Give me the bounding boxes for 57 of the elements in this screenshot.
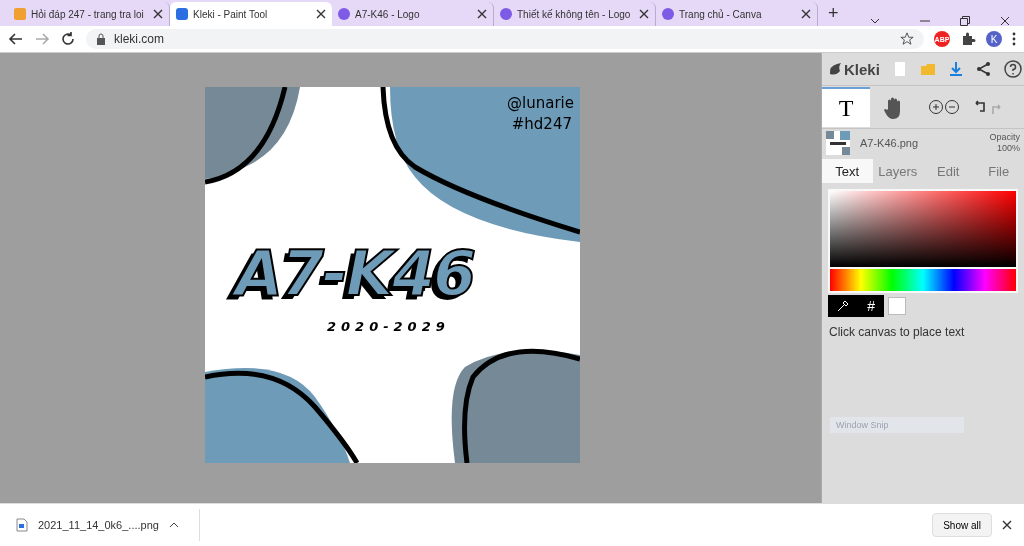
menu-icon[interactable] <box>1012 32 1016 46</box>
chevron-up-icon[interactable] <box>168 520 179 530</box>
app-logo: Kleki <box>828 60 880 78</box>
layer-thumbnail <box>826 131 850 155</box>
url-text: kleki.com <box>114 32 165 46</box>
show-all-button[interactable]: Show all <box>932 513 992 537</box>
close-icon[interactable] <box>801 9 811 19</box>
color-tools[interactable]: # <box>828 295 884 317</box>
tab-title: Kleki - Paint Tool <box>193 8 269 20</box>
share-icon[interactable] <box>975 61 992 77</box>
site-icon <box>662 8 674 20</box>
file-icon <box>16 518 28 532</box>
hint-text: Click canvas to place text <box>829 325 966 339</box>
zoom-in-icon[interactable] <box>928 99 944 115</box>
close-icon[interactable] <box>1002 520 1012 530</box>
site-icon <box>14 8 26 20</box>
close-icon[interactable] <box>639 9 649 19</box>
credit-text: @lunarie <box>507 93 574 114</box>
tab-title: Hỏi đáp 247 - trang tra loi <box>31 8 145 20</box>
tab-title: A7-K46 - Logo <box>355 8 421 20</box>
zoom-out-icon[interactable] <box>944 99 960 115</box>
undo-icon[interactable] <box>972 99 988 115</box>
star-icon[interactable] <box>900 32 914 46</box>
tab-title: Trang chủ - Canva <box>679 8 763 20</box>
panel-tab[interactable]: Text <box>822 159 873 183</box>
profile-avatar[interactable]: K <box>986 31 1002 47</box>
site-icon <box>338 8 350 20</box>
address-bar[interactable]: kleki.com <box>86 29 924 49</box>
back-icon[interactable] <box>8 31 24 47</box>
download-icon[interactable] <box>947 61 964 77</box>
layer-name: A7-K46.png <box>860 137 920 149</box>
snip-overlay: Window Snip <box>830 417 964 433</box>
eyedropper-icon[interactable] <box>837 300 850 312</box>
color-swatch[interactable] <box>888 297 906 315</box>
close-icon[interactable] <box>477 9 487 19</box>
close-icon[interactable] <box>316 9 326 19</box>
opacity-label: Opacity <box>989 132 1020 143</box>
download-item[interactable]: 2021_11_14_0k6_....png <box>38 519 159 531</box>
restore-icon[interactable] <box>960 16 970 26</box>
chevron-down-icon[interactable] <box>870 16 880 26</box>
puzzle-icon[interactable] <box>960 31 976 47</box>
hashtag-text: #hd247 <box>511 115 572 133</box>
text-tool-button[interactable]: T <box>822 87 870 127</box>
opacity-value: 100% <box>996 143 1020 154</box>
close-icon[interactable] <box>1000 16 1010 26</box>
site-icon <box>176 8 188 20</box>
site-icon <box>500 8 512 20</box>
years-text: 2020-2029 <box>327 319 450 334</box>
lock-icon <box>96 33 106 45</box>
help-icon[interactable] <box>1003 60 1022 78</box>
color-picker[interactable] <box>828 189 1018 293</box>
close-icon[interactable] <box>153 9 163 19</box>
new-tab-button[interactable]: + <box>828 3 839 24</box>
hex-label[interactable]: # <box>867 298 875 314</box>
browser-tab[interactable]: Kleki - Paint Tool <box>170 2 332 26</box>
tab-title: Thiết kế không tên - Logo <box>517 8 632 20</box>
reload-icon[interactable] <box>60 31 76 47</box>
